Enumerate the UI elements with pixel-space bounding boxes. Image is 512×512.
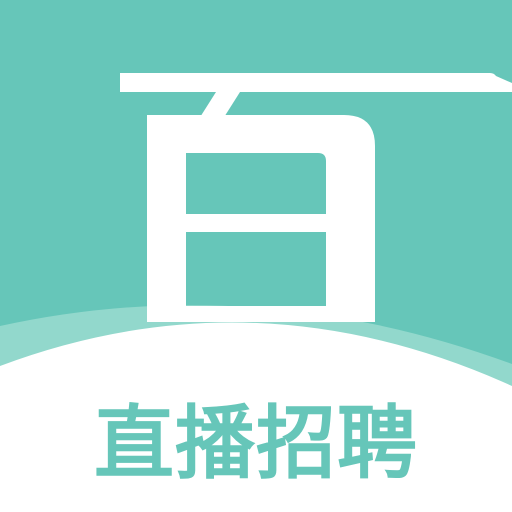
app-icon: 直播招聘 (0, 0, 512, 512)
app-caption: 直播招聘 (94, 397, 418, 490)
